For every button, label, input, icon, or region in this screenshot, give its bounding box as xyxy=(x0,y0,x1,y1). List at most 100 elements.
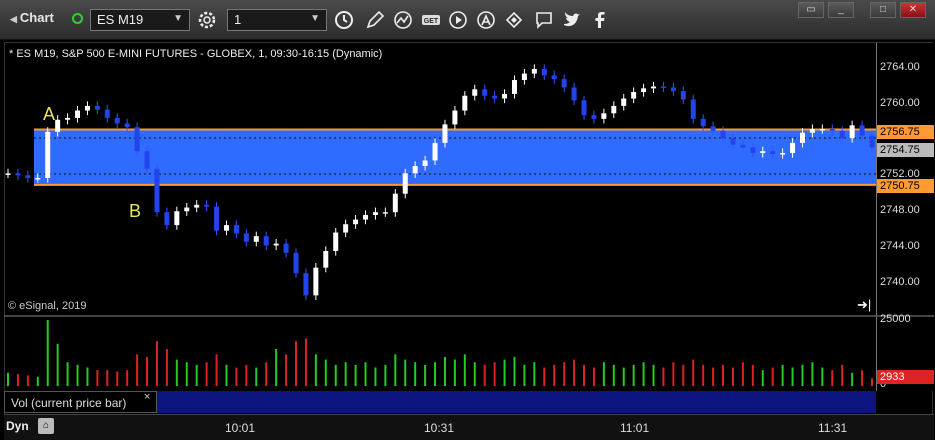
candle xyxy=(521,73,527,81)
volume-bar xyxy=(106,370,109,386)
candle xyxy=(631,92,637,99)
volume-bar xyxy=(334,364,337,386)
candle xyxy=(690,99,696,119)
volume-bar xyxy=(126,370,129,386)
candle xyxy=(472,89,478,96)
chart-symbol-title: * ES M19, S&P 500 E-MINI FUTURES - GLOBE… xyxy=(9,48,383,60)
candle xyxy=(144,151,150,169)
close-study-icon[interactable]: × xyxy=(144,391,150,403)
volume-bar xyxy=(851,372,854,386)
candle xyxy=(5,173,11,175)
volume-bar xyxy=(692,359,695,386)
candle xyxy=(303,273,309,296)
scroll-to-end-icon[interactable]: ➜| xyxy=(857,297,871,313)
volume-bar xyxy=(632,364,635,386)
candle xyxy=(382,212,388,214)
marker-b-label: B xyxy=(129,201,142,221)
price-tick: 2748.00 xyxy=(880,204,920,216)
volume-bar xyxy=(136,354,139,386)
candle xyxy=(740,144,746,148)
volume-bar xyxy=(702,364,705,386)
volume-bar xyxy=(662,367,665,386)
candle xyxy=(15,173,21,176)
candle xyxy=(223,225,229,231)
price-tick: 2744.00 xyxy=(880,240,920,252)
volume-bar xyxy=(165,349,168,386)
volume-bar xyxy=(831,370,834,386)
candle xyxy=(561,79,567,88)
candle xyxy=(660,86,666,89)
candle xyxy=(214,206,220,231)
volume-bar xyxy=(285,354,288,386)
volume-bar xyxy=(116,371,119,386)
volume-bar xyxy=(205,362,208,386)
candle xyxy=(65,117,71,120)
volume-bar xyxy=(443,356,446,386)
candle xyxy=(670,87,676,92)
volume-bar xyxy=(96,370,99,386)
time-tick: 10:31 xyxy=(424,421,455,435)
volume-bar xyxy=(374,367,377,386)
candle xyxy=(333,232,339,252)
dyn-mode-label[interactable]: Dyn xyxy=(6,419,29,433)
candle xyxy=(323,251,329,268)
volume-bar xyxy=(384,364,387,386)
volume-bar xyxy=(26,375,29,386)
volume-bar xyxy=(304,338,307,386)
volume-bar xyxy=(573,359,576,386)
candle xyxy=(641,88,647,93)
candle xyxy=(25,175,31,178)
volume-bar xyxy=(761,370,764,386)
volume-bar xyxy=(314,354,317,386)
volume-bar xyxy=(871,378,873,386)
candle xyxy=(799,132,805,143)
candle xyxy=(243,233,249,242)
candle xyxy=(75,110,81,118)
candle xyxy=(343,224,349,233)
candle xyxy=(442,124,448,143)
price-tick: 2760.00 xyxy=(880,97,920,109)
volume-bar xyxy=(275,349,278,386)
volume-bar xyxy=(791,367,794,386)
price-tick: 2740.00 xyxy=(880,276,920,288)
volume-bar xyxy=(424,364,427,386)
candle xyxy=(372,212,378,215)
volume-bar xyxy=(672,362,675,386)
volume-legend-bar xyxy=(157,391,876,413)
candle xyxy=(750,147,756,154)
copyright-text: © eSignal, 2019 xyxy=(8,300,87,312)
candle xyxy=(869,135,875,148)
candle xyxy=(680,91,686,100)
volume-bar xyxy=(712,367,715,386)
candle xyxy=(124,123,130,128)
volume-bar xyxy=(731,367,734,386)
volume-bar xyxy=(295,341,297,386)
volume-bar xyxy=(583,364,585,386)
candle xyxy=(462,95,468,111)
volume-bar xyxy=(255,367,258,386)
candle xyxy=(581,100,587,116)
time-axis[interactable] xyxy=(4,414,934,440)
volume-bar xyxy=(46,320,49,386)
volume-bar xyxy=(146,356,149,386)
volume-bar xyxy=(36,376,39,386)
volume-bar xyxy=(235,367,238,386)
volume-bar xyxy=(741,362,744,386)
time-tick: 11:01 xyxy=(620,421,650,435)
candle xyxy=(134,127,140,152)
volume-bar xyxy=(7,372,9,386)
volume-bar xyxy=(781,364,784,386)
candle xyxy=(313,267,319,296)
candle xyxy=(174,211,180,226)
volume-bar xyxy=(642,362,645,386)
volume-bar xyxy=(771,367,774,386)
volume-bar xyxy=(612,364,615,386)
volume-bar xyxy=(225,364,228,386)
candle xyxy=(541,68,547,76)
candle xyxy=(114,117,120,124)
lock-icon[interactable]: ⌂ xyxy=(38,418,54,434)
candle xyxy=(452,110,458,125)
candle xyxy=(790,142,796,154)
candle xyxy=(571,87,577,101)
current-volume-tag: 2933 xyxy=(877,370,934,384)
